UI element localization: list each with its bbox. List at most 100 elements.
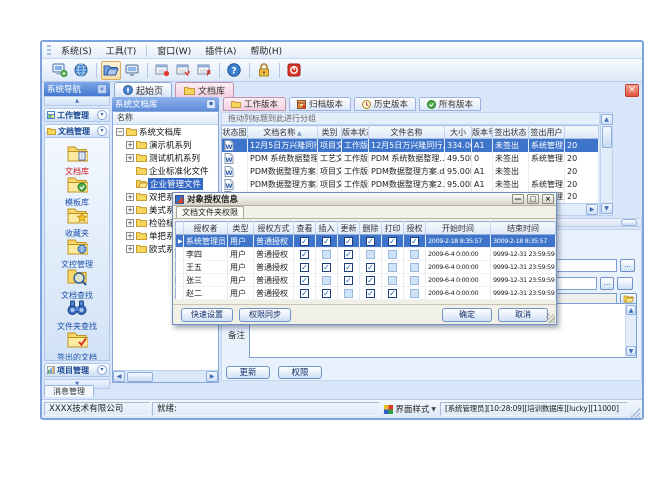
nav-scroll-up-bar[interactable]: ▲ bbox=[44, 96, 110, 106]
sidebar-item-文档库[interactable]: 文档库 bbox=[45, 143, 109, 174]
cancel-button[interactable]: 取消 bbox=[498, 308, 548, 322]
scroll-thumb[interactable] bbox=[602, 126, 612, 148]
column-header[interactable]: 插入 bbox=[316, 222, 338, 235]
collapse-icon[interactable]: − bbox=[116, 128, 124, 136]
checkbox-unchecked-icon[interactable] bbox=[410, 289, 419, 298]
column-header[interactable]: 授权者 bbox=[184, 222, 228, 235]
checkbox-checked-icon[interactable] bbox=[322, 237, 331, 246]
checkbox-unchecked-icon[interactable] bbox=[410, 263, 419, 272]
sidebar-item-文档查找[interactable]: 文档查找 bbox=[45, 267, 109, 298]
globe-button[interactable] bbox=[71, 61, 91, 80]
close-pane-button[interactable] bbox=[625, 84, 639, 97]
tree-node-测试机机系列[interactable]: +测试机机系列 bbox=[113, 151, 218, 164]
browse-button-1[interactable]: ... bbox=[620, 259, 635, 272]
checkbox-checked-icon[interactable] bbox=[388, 289, 397, 298]
nav-group-文档管理[interactable]: 文档管理 bbox=[44, 124, 110, 138]
column-header[interactable]: 授权方式 bbox=[254, 222, 294, 235]
tab-历史版本[interactable]: 历史版本 bbox=[354, 97, 416, 111]
scroll-up-icon[interactable]: ▲ bbox=[601, 114, 613, 125]
scroll-down-icon[interactable]: ▼ bbox=[626, 346, 636, 356]
collapse-sidebar-button[interactable] bbox=[97, 84, 107, 94]
toolbar-grip[interactable] bbox=[47, 45, 51, 56]
scroll-right-icon[interactable]: ▶ bbox=[586, 204, 598, 215]
tree-node-企业管理文件[interactable]: 企业管理文件 bbox=[113, 177, 218, 190]
expand-icon[interactable]: + bbox=[126, 219, 134, 227]
ui-style-selector[interactable]: 界面样式 ▼ bbox=[382, 403, 438, 415]
column-header[interactable]: 签出状态 bbox=[493, 126, 529, 139]
dialog-resize-grip[interactable] bbox=[546, 314, 555, 323]
tree-horizontal-scrollbar[interactable]: ◀ ▶ bbox=[113, 370, 218, 382]
mail-new-button[interactable] bbox=[152, 61, 172, 80]
column-header[interactable]: 签出用户 bbox=[529, 126, 565, 139]
tab-工作版本[interactable]: 工作版本 bbox=[223, 97, 286, 111]
tree-header-button[interactable] bbox=[206, 99, 216, 109]
tab-所有版本[interactable]: 所有版本 bbox=[419, 97, 481, 111]
column-header[interactable]: 结束时间 bbox=[491, 222, 556, 235]
expand-icon[interactable]: + bbox=[126, 154, 134, 162]
nav-group-项目管理[interactable]: 项目管理 bbox=[44, 363, 110, 377]
column-header[interactable] bbox=[565, 126, 599, 139]
nav-group-工作管理[interactable]: 工作管理 bbox=[44, 108, 110, 122]
tab-起始页[interactable]: 起始页 bbox=[114, 82, 172, 97]
column-header[interactable]: 打印 bbox=[382, 222, 404, 235]
checkbox-unchecked-icon[interactable] bbox=[388, 276, 397, 285]
checkbox-checked-icon[interactable] bbox=[300, 237, 309, 246]
sidebar-item-收藏夹[interactable]: 收藏夹 bbox=[45, 205, 109, 236]
checkbox-checked-icon[interactable] bbox=[300, 289, 309, 298]
column-header[interactable]: 版本号 bbox=[472, 126, 493, 139]
checkbox-unchecked-icon[interactable] bbox=[388, 250, 397, 259]
checkbox-checked-icon[interactable] bbox=[344, 263, 353, 272]
remark-scrollbar[interactable]: ▲ ▼ bbox=[625, 304, 636, 357]
checkbox-checked-icon[interactable] bbox=[388, 237, 397, 246]
permission-row[interactable]: 李四用户普通授权2009-6-4 0:00:009999-12-31 23:59… bbox=[176, 248, 556, 261]
checkbox-unchecked-icon[interactable] bbox=[322, 276, 331, 285]
checkbox-checked-icon[interactable] bbox=[300, 250, 309, 259]
column-header[interactable]: 更新 bbox=[338, 222, 360, 235]
quick-setup-button[interactable]: 快速设置 bbox=[181, 308, 233, 322]
checkbox-unchecked-icon[interactable] bbox=[410, 250, 419, 259]
sidebar-item-签出的文档[interactable]: 签出的文档 bbox=[45, 329, 109, 360]
tab-folder-permissions[interactable]: 文档文件夹权限 bbox=[176, 206, 244, 218]
checkbox-unchecked-icon[interactable] bbox=[322, 250, 331, 259]
checkbox-checked-icon[interactable] bbox=[300, 263, 309, 272]
tab-文档库[interactable]: 文档库 bbox=[175, 82, 234, 97]
table-row[interactable]: WPDM数据整理方案.doc项目文档工作版本PDM数据整理方案.doc95.00… bbox=[222, 165, 599, 178]
sidebar-item-文件夹查找[interactable]: 文件夹查找 bbox=[45, 298, 109, 329]
expand-icon[interactable]: + bbox=[126, 141, 134, 149]
folder-open-button[interactable] bbox=[101, 61, 121, 80]
column-header[interactable]: 查看 bbox=[294, 222, 316, 235]
permission-button[interactable]: 权限 bbox=[278, 366, 322, 379]
scroll-left-icon[interactable]: ◀ bbox=[113, 371, 125, 382]
tab-归档版本[interactable]: 归档版本 bbox=[289, 97, 351, 111]
column-header[interactable]: 状态图 bbox=[222, 126, 248, 139]
checkbox-unchecked-icon[interactable] bbox=[410, 276, 419, 285]
expand-icon[interactable]: + bbox=[126, 193, 134, 201]
mail-open-button[interactable] bbox=[173, 61, 193, 80]
mail-flag-button[interactable] bbox=[194, 61, 214, 80]
maximize-icon[interactable]: □ bbox=[527, 194, 539, 204]
table-row[interactable]: WPDM数据整理方案2.doc项目文档工作版本PDM数据整理方案2.doc95.… bbox=[222, 178, 599, 191]
tree-node-演示机系列[interactable]: +演示机系列 bbox=[113, 138, 218, 151]
update-button[interactable]: 更新 bbox=[226, 366, 270, 379]
detail-expand-button[interactable] bbox=[621, 219, 637, 226]
lock-button[interactable] bbox=[254, 61, 274, 80]
column-header[interactable]: 删除 bbox=[360, 222, 382, 235]
expand-icon[interactable]: + bbox=[126, 232, 134, 240]
checkbox-unchecked-icon[interactable] bbox=[388, 263, 397, 272]
sidebar-item-模板库[interactable]: 模板库 bbox=[45, 174, 109, 205]
help-button[interactable]: ? bbox=[224, 61, 244, 80]
expand-icon[interactable]: + bbox=[126, 245, 134, 253]
tree-node-系统文档库[interactable]: −系统文档库 bbox=[113, 125, 218, 138]
table-row[interactable]: WPDM 系统数据整理检...工艺文档工作版本PDM 系统数据整理...49.5… bbox=[222, 152, 599, 165]
checkbox-checked-icon[interactable] bbox=[322, 263, 331, 272]
scroll-right-icon[interactable]: ▶ bbox=[206, 371, 218, 382]
permission-row[interactable]: ▶系统管理员用户普通授权2009-2-18 8:35:573009-2-18 8… bbox=[176, 235, 556, 248]
minimize-icon[interactable]: — bbox=[512, 194, 524, 204]
checkbox-checked-icon[interactable] bbox=[344, 237, 353, 246]
permission-row[interactable]: 王五用户普通授权2009-6-4 0:00:009999-12-31 23:59… bbox=[176, 261, 556, 274]
menu-item[interactable]: 窗口(W) bbox=[150, 43, 198, 58]
table-row[interactable]: W12月5日万兴隆同行...项目文档工作版本12月5日万兴隆同行...334.0… bbox=[222, 139, 599, 152]
tree-column-header[interactable]: 名称 bbox=[113, 112, 218, 125]
ok-button[interactable]: 确定 bbox=[442, 308, 492, 322]
menu-item[interactable]: 插件(A) bbox=[198, 43, 243, 58]
